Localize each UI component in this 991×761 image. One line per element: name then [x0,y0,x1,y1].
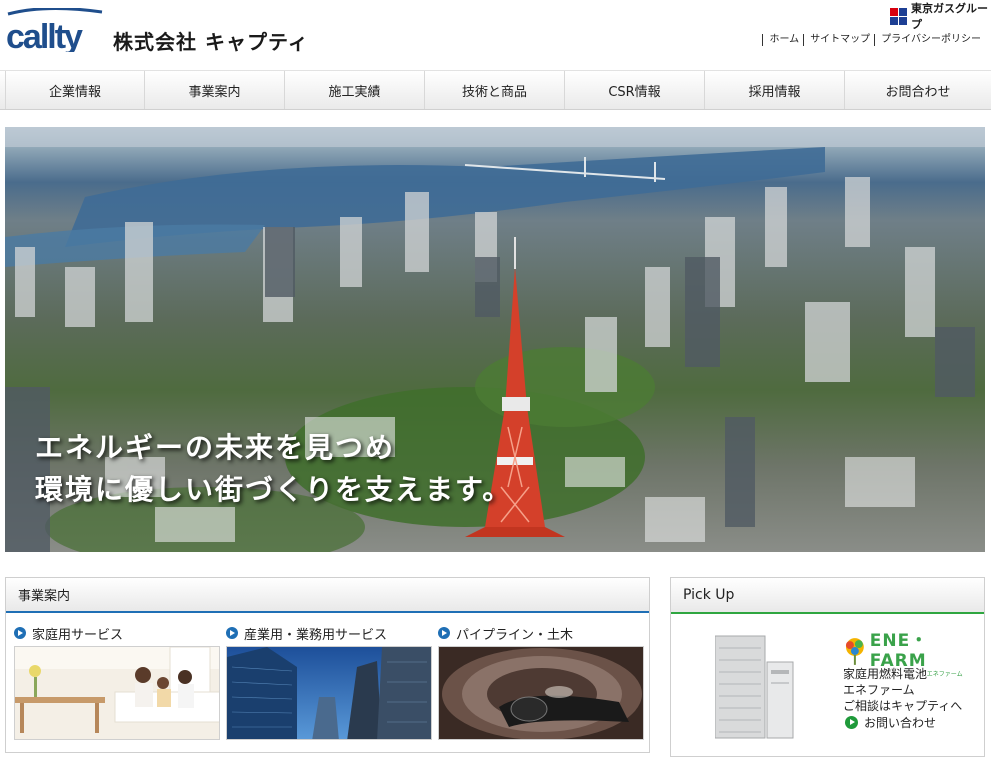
fuel-cell-unit-image[interactable] [714,634,795,744]
pickup-desc-line1: 家庭用燃料電池 [843,667,928,681]
group-name: 東京ガスグループ [911,2,988,31]
pickup-desc-line3: ご相談はキャプティへ [843,699,963,713]
pickup-description: 家庭用燃料電池 エネファーム ご相談はキャプティへ [843,666,962,714]
arrow-right-icon [226,627,238,639]
hero-tagline-line1: エネルギーの未来を見つめ [35,431,396,464]
pickup-desc-line2: エネファーム [843,683,915,697]
contact-link[interactable]: お問い合わせ [845,714,936,731]
nav-business[interactable]: 事業案内 [145,71,285,109]
ene-farm-brand: ENE・FARM [869,631,929,671]
privacy-policy-link[interactable]: プライバシーポリシー [874,34,985,46]
pickup-panel-heading: Pick Up [671,578,984,614]
company-name: 株式会社 キャプティ [113,30,309,54]
contact-link-label: お問い合わせ [864,716,937,730]
global-nav: 企業情報 事業案内 施工実績 技術と商品 CSR情報 採用情報 お問合わせ [0,70,991,110]
service-industrial-label: 産業用・業務用サービス [244,627,388,643]
nav-works[interactable]: 施工実績 [285,71,425,109]
business-panel: 事業案内 家庭用サービス 産業用・業務用サービス パイプライン・土木 [5,577,650,753]
tokyo-gas-group-logo[interactable]: 東京ガスグループ [890,2,991,31]
pickup-panel: Pick Up ENE・FARM エネファーム 家庭用燃料電池 エネファーム ご… [670,577,985,757]
pipeline-image[interactable] [438,646,644,740]
hero-cityscape-image: エネルギーの未来を見つめ 環境に優しい街づくりを支えます。 [5,127,985,552]
business-panel-heading: 事業案内 [6,578,649,613]
service-residential[interactable]: 家庭用サービス [14,624,220,740]
service-industrial[interactable]: 産業用・業務用サービス [226,624,432,740]
tokyo-gas-mark-icon [890,7,907,25]
hero-tagline: エネルギーの未来を見つめ 環境に優しい街づくりを支えます。 [35,427,512,511]
nav-recruit[interactable]: 採用情報 [705,71,845,109]
utility-links: ホーム サイトマップ プライバシーポリシー [762,34,985,46]
site-header: callty 株式会社 キャプティ 東京ガスグループ ホーム サイトマップ プラ… [0,0,991,70]
nav-technology-products[interactable]: 技術と商品 [425,71,565,109]
arrow-right-icon [14,627,26,639]
industrial-image[interactable] [226,646,432,740]
nav-company-info[interactable]: 企業情報 [5,71,145,109]
ene-farm-tree-icon [845,638,864,665]
nav-csr[interactable]: CSR情報 [565,71,705,109]
service-pipeline[interactable]: パイプライン・土木 [438,624,644,740]
arrow-right-icon [845,716,858,729]
home-link[interactable]: ホーム [762,34,803,46]
sitemap-link[interactable]: サイトマップ [803,34,874,46]
svg-text:callty: callty [6,18,83,52]
service-pipeline-link[interactable]: パイプライン・土木 [438,624,644,643]
hero-tagline-line2: 環境に優しい街づくりを支えます。 [35,473,513,506]
nav-contact[interactable]: お問合わせ [845,71,991,109]
service-residential-label: 家庭用サービス [32,627,124,643]
arrow-right-icon [438,627,450,639]
residential-image[interactable] [14,646,220,740]
service-residential-link[interactable]: 家庭用サービス [14,624,220,643]
service-pipeline-label: パイプライン・土木 [456,627,574,643]
callty-logo[interactable]: callty [6,6,106,56]
service-industrial-link[interactable]: 産業用・業務用サービス [226,624,432,643]
